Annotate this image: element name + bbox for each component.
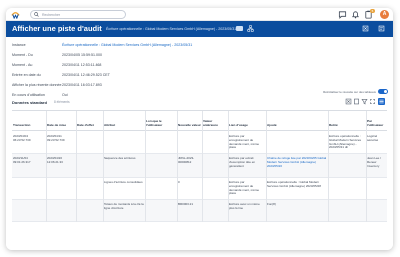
chat-icon[interactable] xyxy=(338,10,347,19)
field-value: 2023/04/11 12:53:11.468 xyxy=(62,63,102,67)
table-toggle[interactable] xyxy=(378,89,388,94)
column-header[interactable]: Par l'utilisateur xyxy=(366,111,387,131)
column-header[interactable]: Nouvelle valeur xyxy=(177,111,202,131)
field-label: Moment - Du xyxy=(12,53,33,57)
field-moment-from: Moment - Du 2023/04/05 15:59:51.000 xyxy=(12,53,252,61)
field-label: Entrée en date du xyxy=(12,73,41,77)
column-divider xyxy=(177,111,178,222)
page-context[interactable]: Écriture opérationnelle : Global Modern … xyxy=(106,27,236,31)
table-header: Transaction Date de mise Date d'effet At… xyxy=(12,111,387,131)
column-header[interactable]: Attribut xyxy=(103,111,145,131)
table-cell: Écriture avec un même plus ferme xyxy=(229,203,260,210)
field-label: Moment - Au xyxy=(12,63,33,67)
column-header[interactable]: Ajouté xyxy=(266,111,328,131)
table-cell: Totaux de montants à la clé la ligne d'é… xyxy=(104,203,144,210)
table-cell: BR0003.21 xyxy=(178,203,194,206)
column-divider xyxy=(366,111,367,222)
table-row: Lignes d'écriture consolidées 0 Écriture… xyxy=(12,178,387,200)
search-placeholder: Rechercher xyxy=(42,12,61,17)
field-value: 2023/04/11 16:03:17.893 xyxy=(62,83,102,87)
column-header[interactable]: Date de mise xyxy=(46,111,76,131)
top-bar: Rechercher 5 A xyxy=(6,8,393,21)
hierarchy-icon[interactable] xyxy=(247,25,254,32)
field-label: Afficher la plus récente donnée xyxy=(12,83,62,87)
export-excel-icon[interactable] xyxy=(362,25,369,32)
table-cell: Écriture opérationnelle : Global Modern … xyxy=(329,135,362,150)
table-cell: Lignes d'écriture consolidées xyxy=(104,181,143,184)
filter-icon[interactable] xyxy=(361,98,368,105)
column-divider xyxy=(76,111,77,222)
table-cell: Écriture par enregistrement de demandé m… xyxy=(229,135,260,150)
column-header[interactable]: Transaction xyxy=(12,111,46,131)
table-cell: 2023/04/04 06:23:52.739 xyxy=(13,135,31,142)
notification-badge: 5 xyxy=(370,9,375,13)
workday-logo-icon[interactable] xyxy=(11,10,20,19)
column-divider xyxy=(46,111,47,222)
export-icon[interactable] xyxy=(345,98,352,105)
column-divider xyxy=(202,111,203,222)
table-cell: Écriture par enregistrement de demandé m… xyxy=(229,181,260,196)
column-header[interactable]: Date d'effet xyxy=(76,111,103,131)
avatar[interactable]: A xyxy=(380,10,389,19)
field-value: 2023/04/05 15:59:51.000 xyxy=(62,53,102,57)
app-window: Rechercher 5 A Afficher une piste d'audi… xyxy=(6,8,393,250)
table-cell: 2023/11/04 09:01:26.317 xyxy=(13,157,31,164)
toggle-row: Réinitialiser le réussite sur des tablea… xyxy=(276,89,388,95)
column-header[interactable]: Valeur antérieure xyxy=(202,111,228,131)
table-toolbar xyxy=(345,98,387,106)
column-header[interactable]: Lorsque le l'utilisateur xyxy=(145,111,177,131)
column-divider xyxy=(266,111,267,222)
table-cell: Logiciel sécurisé xyxy=(367,135,379,142)
audit-table: Transaction Date de mise Date d'effet At… xyxy=(12,110,387,222)
column-divider xyxy=(145,111,146,222)
expand-icon[interactable] xyxy=(369,98,376,105)
page-title: Afficher une piste d'audit xyxy=(12,24,102,33)
table-cell: 2023/04/20 12:06:21.33 xyxy=(47,157,63,164)
table-link[interactable]: Chaîne de refuge liée par 2023/04/05 Glo… xyxy=(266,157,328,168)
toggle-knob xyxy=(384,90,387,93)
table-cell: Écriture par extrait d'exemption tête en… xyxy=(229,157,256,168)
search-icon xyxy=(34,12,39,17)
section-title: Données standard xyxy=(12,100,47,105)
column-header[interactable]: Retiré xyxy=(328,111,366,131)
column-divider xyxy=(103,111,104,222)
section-count: 8 éléments xyxy=(54,100,70,105)
bell-icon[interactable] xyxy=(351,10,360,19)
section-header: Données standard 8 éléments xyxy=(12,97,387,107)
toggle-label: Réinitialiser le réussite sur des tablea… xyxy=(323,89,376,94)
column-divider xyxy=(228,111,229,222)
field-label: Instance xyxy=(12,43,26,47)
table-row: 2023/04/04 06:23:52.739 2023/04/11 09:23… xyxy=(12,132,387,154)
inbox-button[interactable]: 5 xyxy=(364,9,375,19)
table-row: Totaux de montants à la clé la ligne d'é… xyxy=(12,200,387,222)
table-cell: Séquence des écritures xyxy=(104,157,136,160)
table-cell: 0 xyxy=(178,181,180,184)
field-value: 2023/04/11 12:46:29.523 CET xyxy=(62,73,110,77)
table-row: 2023/11/04 09:01:26.317 2023/04/20 12:06… xyxy=(12,154,387,178)
field-entry-date: Entrée en date du 2023/04/11 12:46:29.52… xyxy=(12,73,252,81)
table-view-icon[interactable] xyxy=(378,98,385,105)
table-cell: Écriture opérationnelle : Global Modern … xyxy=(267,181,321,188)
table-cell: JRNL-2023-00000812 xyxy=(178,157,195,164)
table-cell: Fon(8) xyxy=(267,203,276,206)
page-header: Afficher une piste d'audit Écriture opér… xyxy=(6,21,393,37)
related-actions-icon[interactable] xyxy=(236,26,243,31)
page-content: Instance Écriture opérationnelle : Globa… xyxy=(6,37,393,250)
table-cell: 2023/04/11 09:23:52.739 xyxy=(47,135,65,142)
field-moment-to: Moment - Au 2023/04/11 12:53:11.468 xyxy=(12,63,252,71)
field-instance: Instance Écriture opérationnelle : Globa… xyxy=(12,43,252,51)
export-pdf-icon[interactable] xyxy=(378,25,385,32)
table-cell: Jean Lee / Renew Inventory xyxy=(367,157,382,168)
field-latest-data: Afficher la plus récente donnée 2023/04/… xyxy=(12,83,252,91)
column-divider xyxy=(328,111,329,222)
instance-link[interactable]: Écriture opérationnelle : Global Modern … xyxy=(62,43,192,47)
search-field[interactable]: Rechercher xyxy=(30,10,126,19)
pdf-icon[interactable] xyxy=(353,98,360,105)
column-header[interactable]: Lien d'usage xyxy=(228,111,266,131)
